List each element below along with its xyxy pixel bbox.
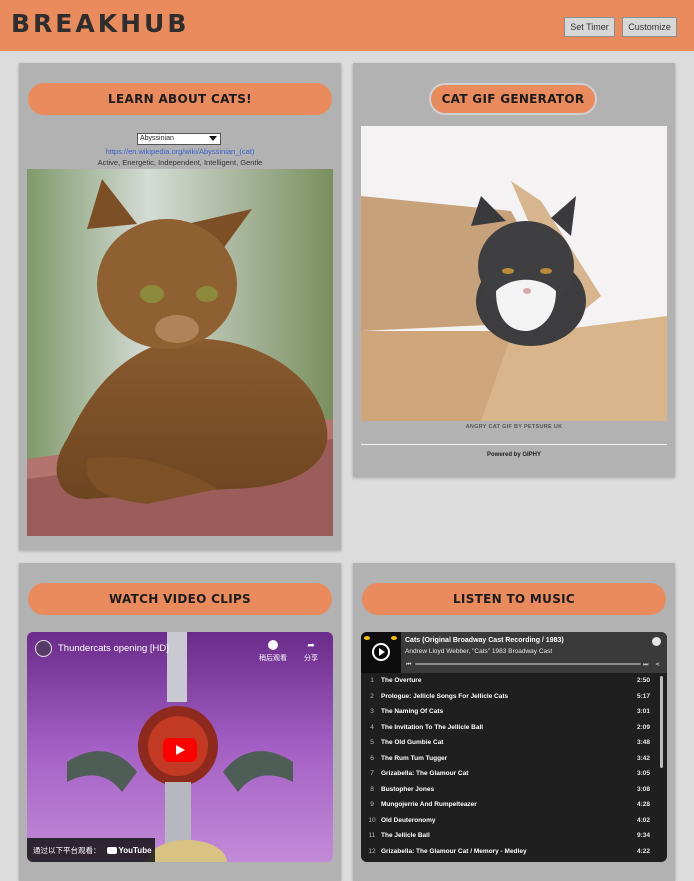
play-button[interactable]	[372, 643, 390, 661]
track-number: 6	[370, 754, 374, 762]
gif-credit: ANGRY CAT GIF BY PETSURE UK	[465, 424, 563, 430]
track-duration: 4:22	[636, 847, 650, 855]
cat-eye-icon	[364, 636, 370, 640]
cat-gif	[361, 126, 667, 421]
track-number: 7	[370, 770, 374, 777]
app-header: BREAKHUB Set Timer Customize	[0, 0, 694, 51]
album-cover	[361, 632, 401, 673]
player-header: Cats (Original Broadway Cast Recording /…	[361, 632, 667, 673]
track-row[interactable]: 4 The Invitation To The Jellicle Ball 2:09	[361, 720, 667, 736]
track-row[interactable]: 8 Bustopher Jones 3:08	[361, 782, 667, 798]
breed-select-value: Abyssinian	[140, 135, 174, 142]
track-title: Prologue: Jellicle Songs For Jellicle Ca…	[381, 692, 509, 700]
track-duration: 3:42	[636, 754, 650, 762]
spotify-player: Cats (Original Broadway Cast Recording /…	[361, 632, 667, 862]
platform-text: 通过以下平台观看：	[33, 845, 101, 855]
track-number: 4	[370, 723, 374, 731]
track-duration: 2:50	[636, 677, 650, 684]
video-title: WATCH VIDEO CLIPS	[28, 583, 332, 615]
share-label: 分享	[304, 655, 318, 662]
breed-traits: Active, Energetic, Independent, Intellig…	[97, 158, 263, 167]
track-title: Old Deuteronomy	[381, 816, 436, 824]
track-number: 2	[370, 692, 374, 700]
track-duration: 3:48	[636, 739, 650, 746]
app-logo[interactable]: BREAKHUB	[11, 9, 189, 38]
cat-photo	[27, 169, 333, 536]
scrollbar[interactable]	[660, 676, 663, 768]
share-icon: ➦	[307, 640, 315, 650]
set-timer-button[interactable]: Set Timer	[564, 17, 615, 37]
track-title: The Jellicle Ball	[381, 832, 430, 839]
next-icon[interactable]: ⏭	[643, 661, 648, 669]
track-number: 8	[370, 785, 374, 793]
gif-divider	[361, 444, 667, 445]
progress-bar[interactable]	[415, 663, 641, 665]
youtube-icon	[106, 846, 117, 854]
track-title: The Overture	[381, 677, 422, 684]
track-duration: 4:02	[636, 816, 650, 824]
track-number: 9	[370, 801, 374, 808]
track-row[interactable]: 5 The Old Gumbie Cat 3:48	[361, 735, 667, 751]
track-duration: 3:01	[636, 708, 650, 715]
track-row[interactable]: 9 Mungojerrie And Rumpelteazer 4:28	[361, 797, 667, 813]
clock-icon	[268, 640, 278, 650]
track-row[interactable]: 1 The Overture 2:50	[361, 673, 667, 689]
track-number: 11	[368, 832, 376, 839]
track-number: 1	[370, 677, 374, 684]
channel-avatar[interactable]	[35, 640, 52, 657]
track-title: Grizabella: The Glamour Cat	[381, 770, 469, 777]
spotify-icon[interactable]	[652, 637, 661, 646]
track-duration: 3:05	[636, 770, 650, 777]
track-row[interactable]: 12 Grizabella: The Glamour Cat / Memory -…	[361, 844, 667, 860]
track-number: 10	[368, 816, 376, 824]
customize-button[interactable]: Customize	[622, 17, 677, 37]
track-title: Grizabella: The Glamour Cat / Memory - M…	[381, 847, 527, 855]
gif-title[interactable]: CAT GIF GENERATOR	[429, 83, 597, 115]
video-title-text[interactable]: Thundercats opening [HD]	[58, 643, 169, 654]
track-row[interactable]: 3 The Naming Of Cats 3:01	[361, 704, 667, 720]
track-number: 3	[370, 708, 374, 715]
album-title[interactable]: Cats (Original Broadway Cast Recording /…	[405, 637, 564, 644]
chevron-down-icon	[209, 136, 217, 141]
play-icon	[176, 745, 185, 755]
album-artist[interactable]: Andrew Lloyd Webber, "Cats" 1983 Broadwa…	[405, 648, 552, 655]
wiki-link[interactable]: https://en.wikipedia.org/wiki/Abyssinian…	[27, 147, 333, 156]
track-title: Bustopher Jones	[381, 785, 435, 793]
cat-eye-icon	[391, 636, 397, 640]
track-row[interactable]: 11 The Jellicle Ball 9:34	[361, 828, 667, 844]
track-duration: 2:09	[636, 723, 650, 731]
track-number: 5	[370, 739, 374, 746]
music-title: LISTEN TO MUSIC	[362, 583, 666, 615]
track-title: The Naming Of Cats	[381, 708, 444, 715]
track-title: The Invitation To The Jellicle Ball	[381, 723, 484, 731]
previous-icon[interactable]: ⏮	[406, 661, 411, 669]
giphy-attribution[interactable]: Powered by GIPHY	[361, 452, 667, 458]
track-duration: 3:08	[636, 785, 650, 793]
track-title: The Rum Tum Tugger	[381, 754, 448, 762]
track-duration: 5:17	[636, 692, 650, 700]
youtube-logo: YouTube	[106, 845, 152, 855]
track-title: The Old Gumbie Cat	[381, 739, 444, 746]
share-icon[interactable]: ⋖	[655, 661, 660, 668]
track-list: 1 The Overture 2:50 2 Prologue: Jellicle Son…	[361, 673, 667, 859]
breed-select[interactable]: Abyssinian	[137, 133, 221, 145]
watch-on-platform[interactable]: 通过以下平台观看： YouTube	[27, 838, 155, 862]
track-row[interactable]: 7 Grizabella: The Glamour Cat 3:05	[361, 766, 667, 782]
watch-later-button[interactable]: 稍后观看	[256, 640, 290, 663]
track-row[interactable]: 10 Old Deuteronomy 4:02	[361, 813, 667, 829]
track-row[interactable]: 6 The Rum Tum Tugger 3:42	[361, 751, 667, 767]
learn-title: LEARN ABOUT CATS!	[28, 83, 332, 115]
track-duration: 9:34	[636, 832, 650, 839]
track-number: 12	[368, 847, 376, 855]
youtube-player[interactable]: Thundercats opening [HD] 稍后观看 ➦ 分享 通过以下平…	[27, 632, 333, 862]
watch-later-label: 稍后观看	[259, 655, 287, 662]
youtube-logo-text: YouTube	[118, 845, 152, 855]
play-button[interactable]	[163, 738, 197, 762]
track-duration: 4:28	[636, 801, 650, 808]
play-icon	[379, 648, 385, 656]
track-row[interactable]: 2 Prologue: Jellicle Songs For Jellicle C…	[361, 689, 667, 705]
track-title: Mungojerrie And Rumpelteazer	[381, 801, 477, 808]
share-button[interactable]: ➦ 分享	[294, 640, 328, 663]
